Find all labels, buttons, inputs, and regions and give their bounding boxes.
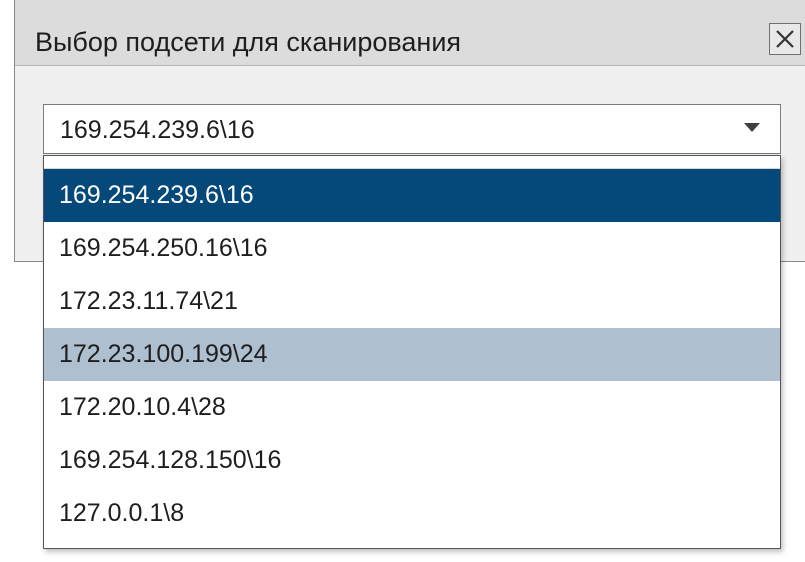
subnet-option[interactable]: 169.254.128.150\16	[44, 434, 780, 487]
subnet-option[interactable]: 172.20.10.4\28	[44, 381, 780, 434]
subnet-option[interactable]: 172.23.11.74\21	[44, 275, 780, 328]
dropdown-list-header	[44, 156, 780, 169]
dropdown-arrow-icon[interactable]	[744, 123, 760, 132]
subnet-option[interactable]: 169.254.239.6\16	[44, 169, 780, 222]
close-icon	[776, 30, 794, 48]
close-button[interactable]	[769, 23, 801, 55]
subnet-option[interactable]: 169.254.250.16\16	[44, 222, 780, 275]
subnet-dropdown-list: 169.254.239.6\16 169.254.250.16\16 172.2…	[43, 155, 781, 549]
subnet-combobox-value: 169.254.239.6\16	[60, 116, 255, 144]
dialog-title: Выбор подсети для сканирования	[35, 27, 462, 57]
subnet-option[interactable]: 127.0.0.1\8	[44, 487, 780, 540]
subnet-combobox[interactable]: 169.254.239.6\16	[43, 104, 781, 154]
subnet-option[interactable]: 172.23.100.199\24	[44, 328, 780, 381]
dialog-titlebar[interactable]: Выбор подсети для сканирования	[15, 0, 805, 66]
